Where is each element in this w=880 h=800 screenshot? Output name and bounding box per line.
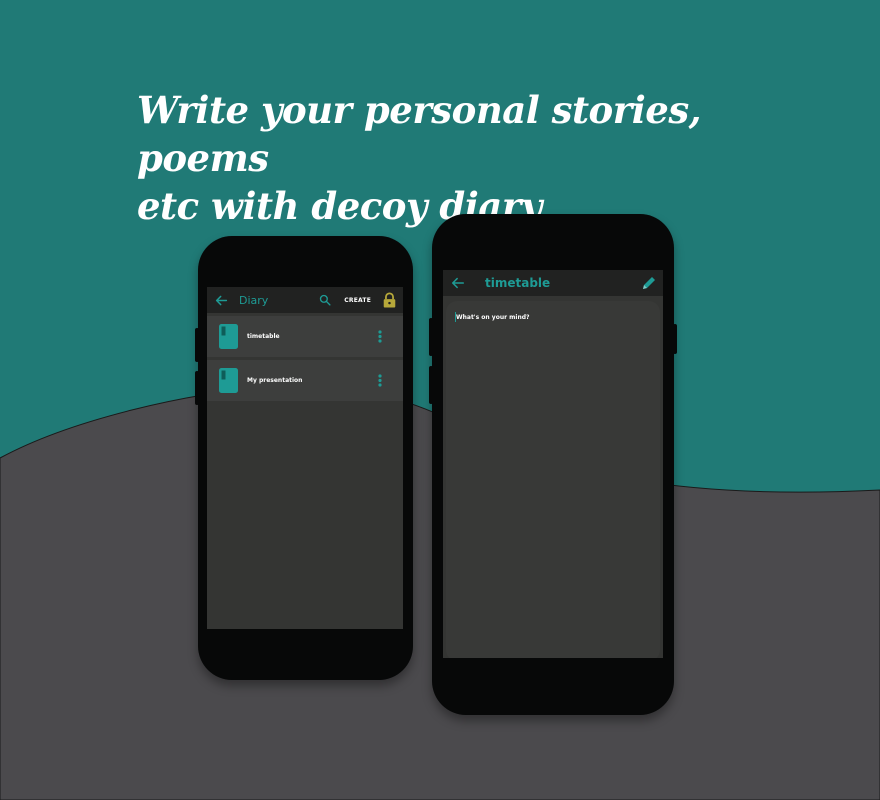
search-icon[interactable] <box>319 294 331 306</box>
back-arrow-icon[interactable] <box>451 276 465 290</box>
phone-side-button <box>195 328 199 362</box>
create-button[interactable]: CREATE <box>344 297 371 304</box>
diary-appbar: Diary CREATE <box>207 287 403 313</box>
more-vertical-icon[interactable] <box>378 374 382 387</box>
phone-editor: timetable What's on your mind? <box>429 214 677 715</box>
book-icon <box>219 368 238 393</box>
pencil-icon[interactable] <box>641 275 657 291</box>
phone-diary-list: Diary CREATE timetable My presentation <box>195 236 413 680</box>
entry-title: timetable <box>485 276 551 290</box>
diary-item-label: My presentation <box>247 377 303 384</box>
back-arrow-icon[interactable] <box>215 294 228 307</box>
phone-side-button <box>429 366 433 404</box>
editor-appbar: timetable <box>443 270 663 296</box>
headline-line-1: Write your personal stories, poems <box>137 88 702 180</box>
lock-icon[interactable] <box>382 292 397 308</box>
editor-screen: timetable What's on your mind? <box>443 270 663 658</box>
phone-side-button <box>429 318 433 356</box>
diary-item-label: timetable <box>247 333 280 340</box>
headline: Write your personal stories, poems etc w… <box>137 86 777 230</box>
entry-text-area[interactable]: What's on your mind? <box>446 301 660 658</box>
phone-side-button <box>195 371 199 405</box>
diary-title: Diary <box>239 293 269 307</box>
diary-list-item[interactable]: My presentation <box>207 360 403 401</box>
phone-side-button <box>673 324 677 354</box>
entry-placeholder: What's on your mind? <box>456 314 530 321</box>
diary-list-screen: Diary CREATE timetable My presentation <box>207 287 403 629</box>
diary-list-item[interactable]: timetable <box>207 316 403 357</box>
more-vertical-icon[interactable] <box>378 330 382 343</box>
book-icon <box>219 324 238 349</box>
